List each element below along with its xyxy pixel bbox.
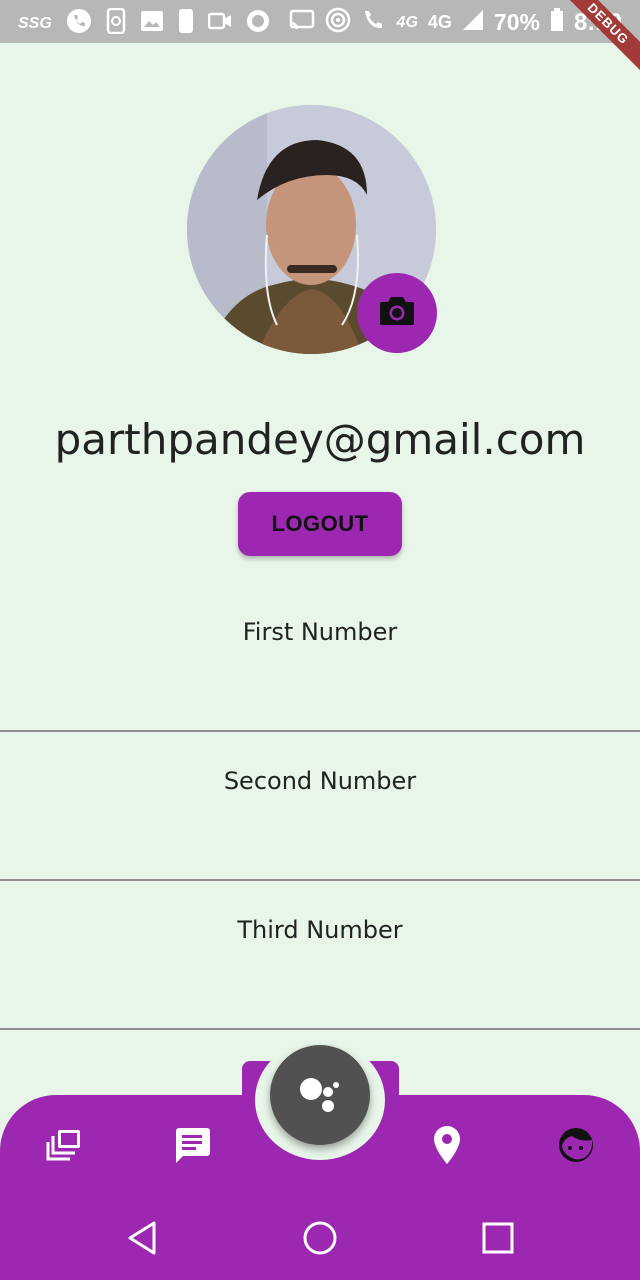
- camera-icon: [379, 295, 415, 332]
- status-right: 4G 4G 70% 8:10: [289, 7, 622, 38]
- first-number-input[interactable]: [0, 730, 640, 732]
- status-bar: SSG 4G 4G 70%: [0, 0, 640, 43]
- signal-icon: [462, 9, 484, 36]
- first-number-label: First Number: [242, 618, 398, 646]
- call-wifi-icon: [361, 7, 387, 38]
- device-icon: [178, 8, 194, 39]
- logout-button[interactable]: LOGOUT: [238, 492, 402, 556]
- assistant-button[interactable]: [270, 1045, 370, 1145]
- change-photo-button[interactable]: [357, 273, 437, 353]
- cast-icon: [289, 9, 315, 36]
- back-icon[interactable]: [126, 1220, 158, 1261]
- hotspot-icon: [325, 7, 351, 38]
- image-icon: [140, 10, 164, 37]
- user-email: parthpandey@gmail.com: [54, 415, 586, 464]
- battery-icon: [550, 8, 564, 37]
- second-number-label: Second Number: [223, 767, 417, 795]
- second-number-input[interactable]: [0, 879, 640, 881]
- third-number-input[interactable]: [0, 1028, 640, 1030]
- network-label-a: 4G: [396, 13, 418, 31]
- third-number-label: Third Number: [237, 916, 403, 944]
- sync-phone-icon: [106, 7, 126, 39]
- video-icon: [207, 12, 232, 35]
- phone-icon: [66, 8, 92, 39]
- location-icon[interactable]: [433, 1125, 461, 1170]
- assistant-icon: [270, 1078, 370, 1149]
- carrier-label: SSG: [18, 14, 52, 32]
- profile-face-icon[interactable]: [557, 1126, 595, 1169]
- gallery-icon[interactable]: [46, 1128, 82, 1167]
- network-label-b: 4G: [427, 12, 452, 32]
- profile-avatar-section: [187, 105, 437, 354]
- chat-icon[interactable]: [173, 1126, 211, 1169]
- status-left: SSG: [18, 7, 270, 39]
- battery-percent: 70%: [493, 9, 540, 35]
- home-icon[interactable]: [302, 1220, 338, 1261]
- record-icon: [246, 9, 270, 38]
- recent-apps-icon[interactable]: [482, 1222, 514, 1259]
